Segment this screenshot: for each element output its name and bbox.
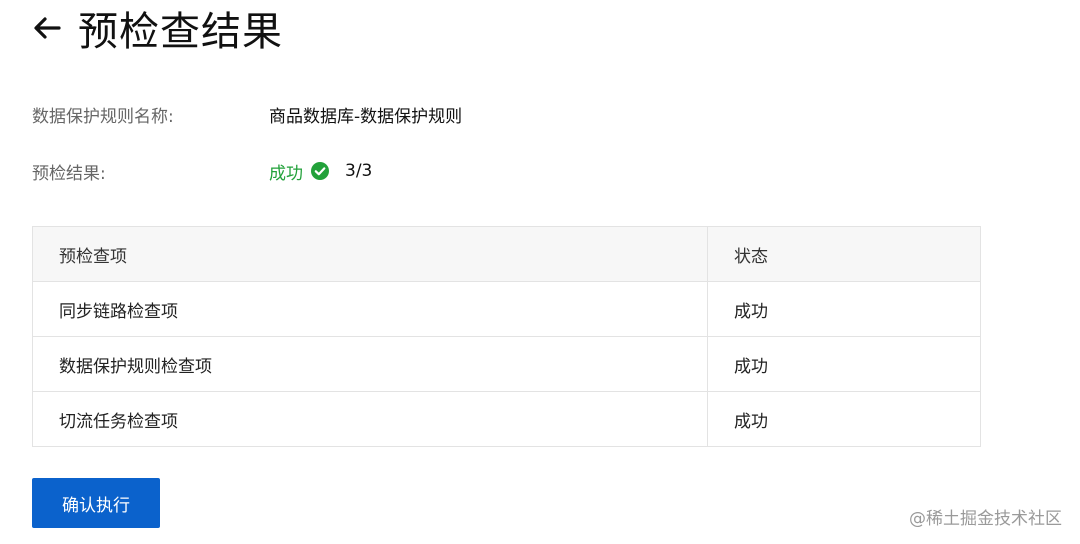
precheck-result-label: 预检结果:	[32, 163, 106, 184]
rule-name-label: 数据保护规则名称:	[32, 106, 174, 127]
table-row: 数据保护规则检查项 成功	[32, 336, 981, 392]
table-row: 同步链路检查项 成功	[32, 281, 981, 337]
page-title: 预检查结果	[78, 9, 283, 55]
check-status-cell: 成功	[707, 391, 981, 447]
check-item-cell: 同步链路检查项	[32, 281, 708, 337]
column-header-item: 预检查项	[32, 226, 708, 282]
page-header: 预检查结果	[30, 4, 283, 55]
precheck-result-value: 成功 3/3	[269, 159, 372, 184]
result-status-text: 成功	[269, 163, 303, 184]
precheck-table-container: 预检查项 状态 同步链路检查项 成功 数据保护规则检查项 成功 切流任务检查项 …	[32, 226, 981, 447]
rule-name-value: 商品数据库-数据保护规则	[269, 106, 463, 127]
result-score: 3/3	[345, 161, 373, 181]
check-item-cell: 数据保护规则检查项	[32, 336, 708, 392]
column-header-status: 状态	[707, 226, 981, 282]
table-header-row: 预检查项 状态	[32, 226, 981, 282]
arrow-left-icon[interactable]	[30, 11, 64, 45]
precheck-table: 预检查项 状态 同步链路检查项 成功 数据保护规则检查项 成功 切流任务检查项 …	[32, 226, 981, 447]
rule-name-row: 数据保护规则名称: 商品数据库-数据保护规则	[32, 100, 462, 128]
check-status-cell: 成功	[707, 281, 981, 337]
confirm-execute-button[interactable]: 确认执行	[32, 478, 160, 528]
table-row: 切流任务检查项 成功	[32, 391, 981, 447]
check-circle-icon	[311, 162, 329, 180]
precheck-result-row: 预检结果: 成功 3/3	[32, 157, 372, 185]
watermark: @稀土掘金技术社区	[909, 509, 1062, 529]
check-item-cell: 切流任务检查项	[32, 391, 708, 447]
check-status-cell: 成功	[707, 336, 981, 392]
precheck-result-page: 预检查结果 数据保护规则名称: 商品数据库-数据保护规则 预检结果: 成功 3/…	[0, 0, 1080, 544]
